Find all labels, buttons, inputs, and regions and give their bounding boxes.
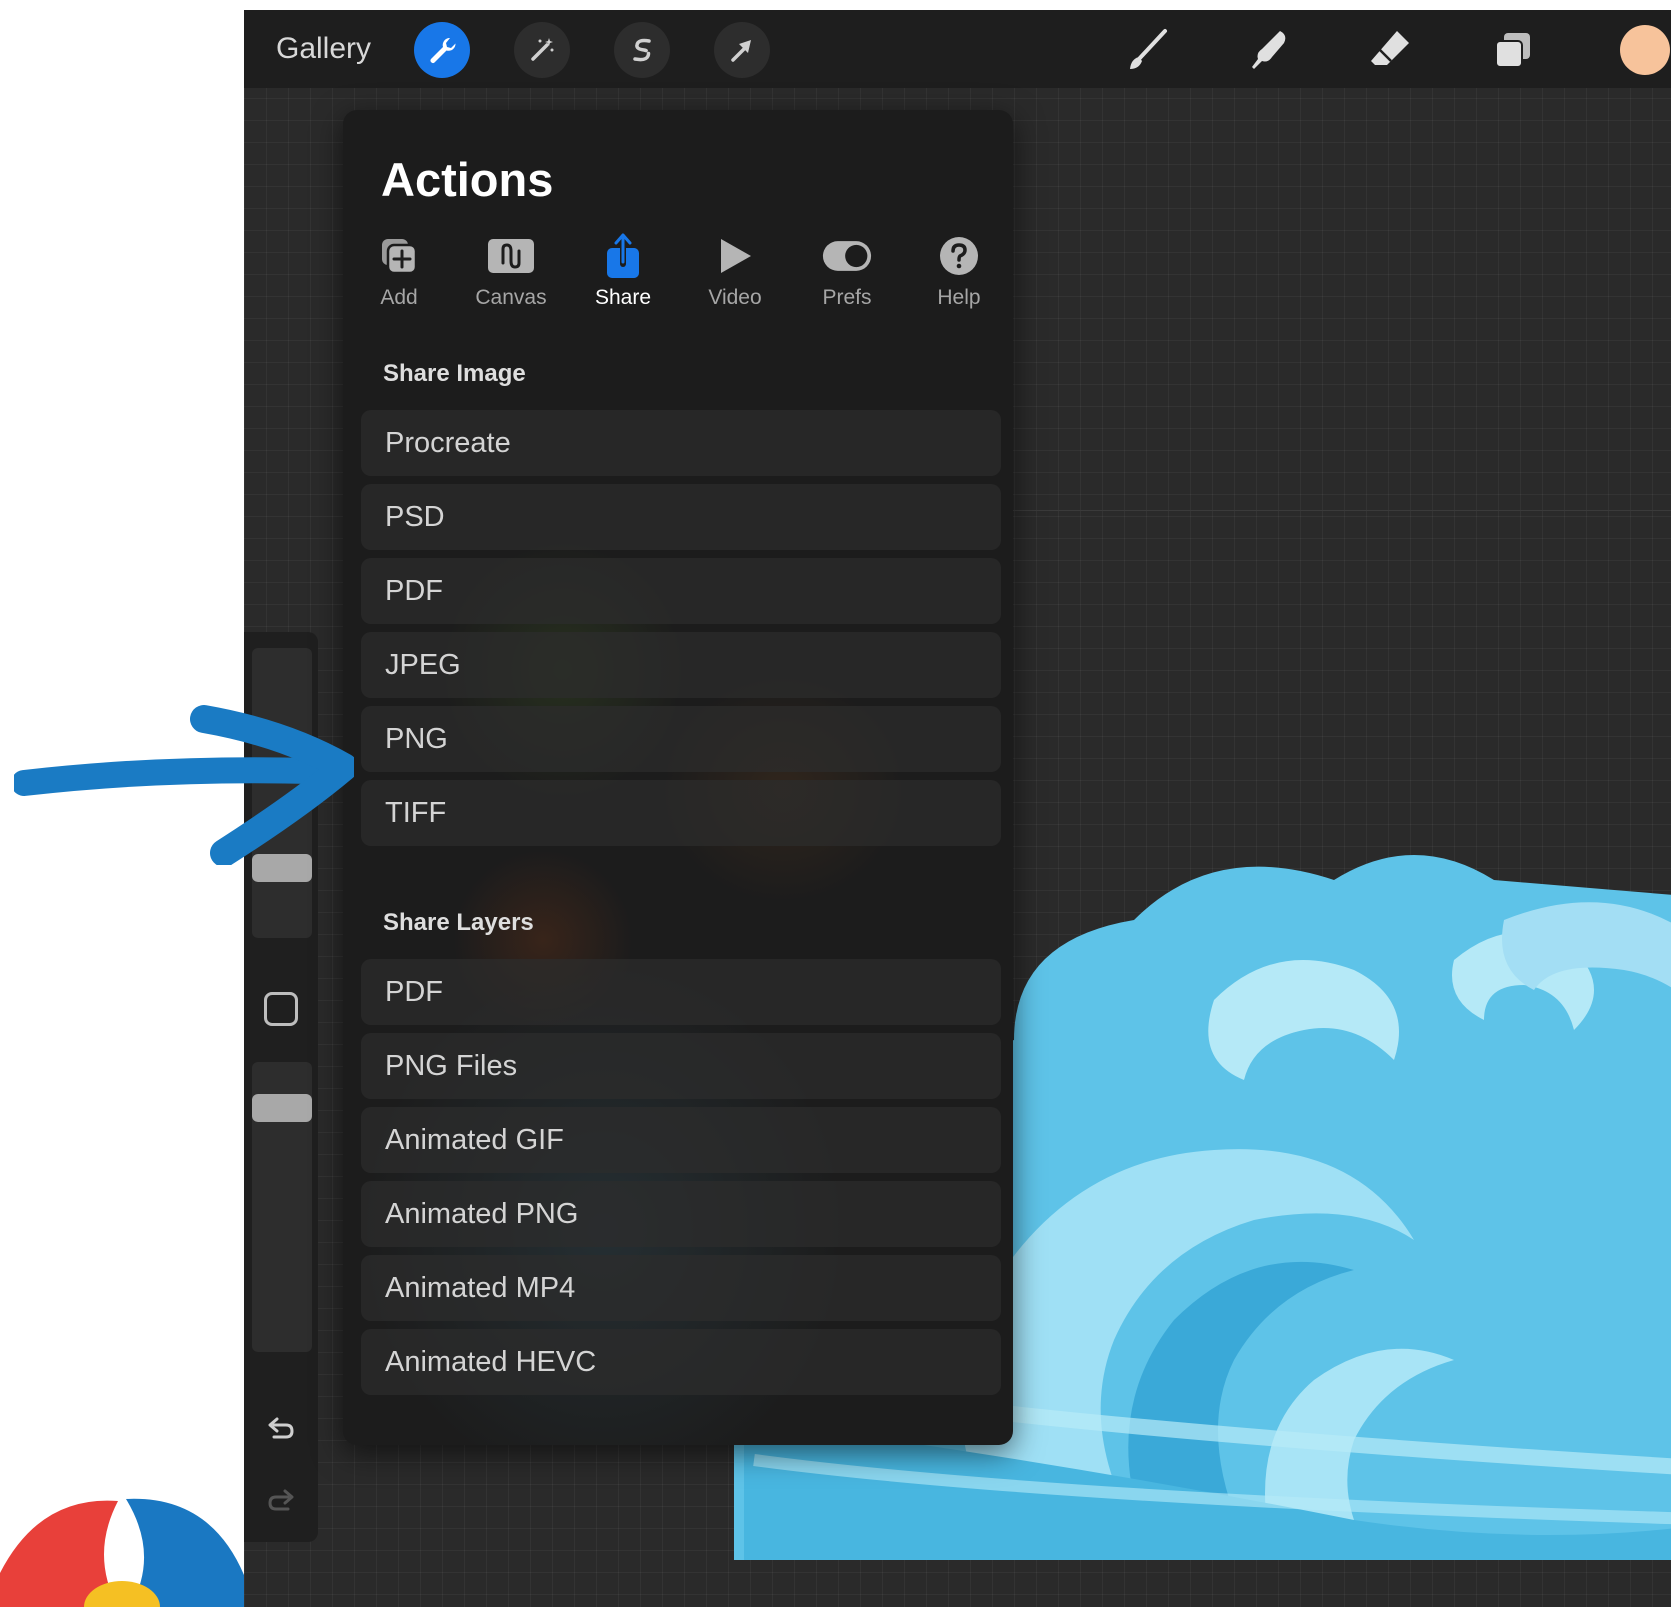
tab-help[interactable]: Help <box>909 234 1009 310</box>
share-png-item[interactable]: PNG <box>361 706 1001 772</box>
share-animated-gif-item[interactable]: Animated GIF <box>361 1107 1001 1173</box>
share-layers-pdf-item[interactable]: PDF <box>361 959 1001 1025</box>
magic-wand-icon[interactable] <box>514 22 570 78</box>
annotation-arrow-icon <box>14 705 354 865</box>
add-icon <box>374 234 424 278</box>
share-tiff-item[interactable]: TIFF <box>361 780 1001 846</box>
share-animated-hevc-item[interactable]: Animated HEVC <box>361 1329 1001 1395</box>
share-psd-item[interactable]: PSD <box>361 484 1001 550</box>
redo-icon[interactable] <box>264 1484 298 1518</box>
arrow-cursor-icon[interactable] <box>714 22 770 78</box>
opacity-handle[interactable] <box>252 1094 312 1122</box>
gallery-button[interactable]: Gallery <box>276 32 371 66</box>
tab-share[interactable]: Share <box>573 233 673 310</box>
brand-logo <box>0 1498 244 1607</box>
play-icon <box>710 234 760 278</box>
share-animated-png-item[interactable]: Animated PNG <box>361 1181 1001 1247</box>
undo-icon[interactable] <box>264 1412 298 1446</box>
share-icon <box>598 233 648 278</box>
layers-icon[interactable] <box>1487 24 1539 76</box>
toggle-icon <box>822 234 872 278</box>
smudge-icon[interactable] <box>1243 24 1295 76</box>
share-animated-mp4-item[interactable]: Animated MP4 <box>361 1255 1001 1321</box>
actions-panel: Actions Add Canvas Share Video Prefs Hel… <box>343 110 1013 1445</box>
help-icon <box>934 234 984 278</box>
wrench-icon[interactable] <box>414 22 470 78</box>
procreate-screen: Gallery Actions Add Canvas Share Video P… <box>244 10 1671 1607</box>
share-png-files-item[interactable]: PNG Files <box>361 1033 1001 1099</box>
modify-icon[interactable] <box>264 992 298 1026</box>
selection-s-icon[interactable] <box>614 22 670 78</box>
eraser-icon[interactable] <box>1364 24 1416 76</box>
color-swatch[interactable] <box>1620 25 1670 75</box>
share-layers-header: Share Layers <box>383 909 534 936</box>
share-procreate-item[interactable]: Procreate <box>361 410 1001 476</box>
tab-video[interactable]: Video <box>685 234 785 310</box>
canvas-icon <box>486 234 536 278</box>
share-image-header: Share Image <box>383 360 526 387</box>
brush-icon[interactable] <box>1122 24 1174 76</box>
panel-title: Actions <box>381 153 554 206</box>
top-toolbar: Gallery <box>244 10 1671 88</box>
tab-prefs[interactable]: Prefs <box>797 234 897 310</box>
tab-canvas[interactable]: Canvas <box>461 234 561 310</box>
tab-add[interactable]: Add <box>349 234 449 310</box>
share-pdf-item[interactable]: PDF <box>361 558 1001 624</box>
share-jpeg-item[interactable]: JPEG <box>361 632 1001 698</box>
